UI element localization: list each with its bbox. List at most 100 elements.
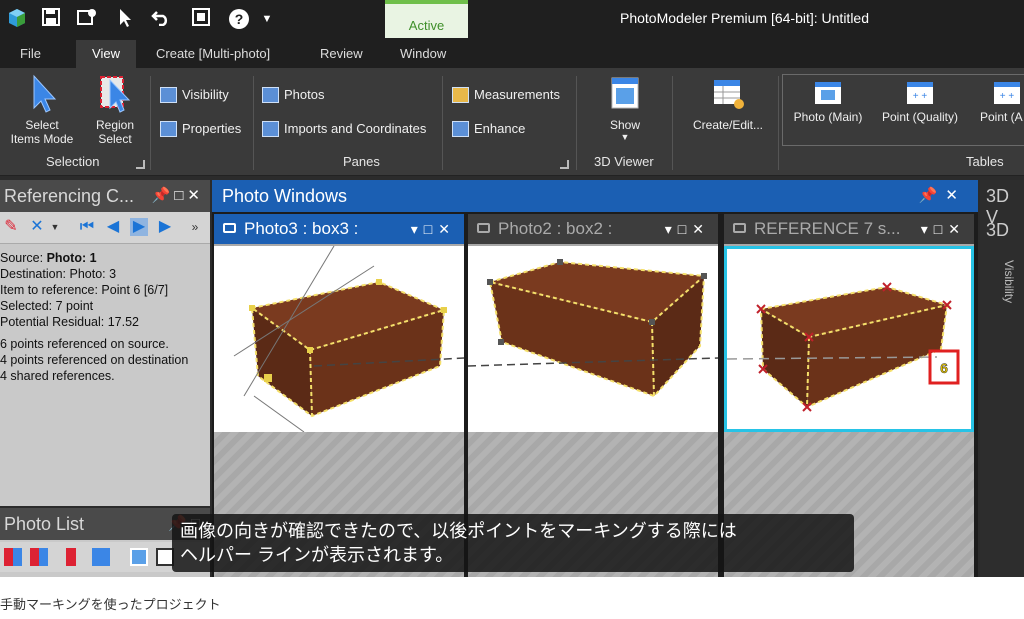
region-select-icon: [98, 74, 132, 114]
close-icon[interactable]: ✕: [438, 221, 456, 237]
tab-review[interactable]: Review: [310, 40, 373, 68]
maximize-icon[interactable]: □: [424, 221, 438, 237]
thumbnail-icon[interactable]: [130, 548, 148, 566]
app-logo-icon[interactable]: [6, 8, 28, 30]
table-photo-main-button[interactable]: Photo (Main): [786, 74, 870, 124]
title-bar: ? ▼ Active PhotoModeler Premium [64-bit]…: [0, 0, 1024, 40]
select-items-mode-button[interactable]: Select Items Mode: [4, 74, 80, 146]
pointer-icon[interactable]: [114, 8, 136, 30]
selection-launcher-icon[interactable]: [136, 160, 145, 169]
viewer-group-label: 3D Viewer: [594, 154, 654, 169]
imports-coordinates-button[interactable]: Imports and Coordinates: [262, 118, 426, 140]
previous-item-icon[interactable]: ◀: [104, 218, 122, 236]
referencing-info: Source: Photo: 1 Destination: Photo: 3 I…: [0, 250, 210, 384]
visibility-icon: [160, 87, 177, 103]
dropdown-icon[interactable]: ▼: [256, 8, 278, 30]
ribbon-separator: [672, 76, 673, 170]
measurements-icon: [452, 87, 469, 103]
pin-icon[interactable]: 📌: [919, 187, 946, 204]
camera-icon[interactable]: [92, 548, 110, 566]
photos-button[interactable]: Photos: [262, 84, 324, 106]
tables-group-label: Tables: [966, 154, 1004, 169]
svg-text:+ +: + +: [1000, 91, 1015, 102]
ribbon-separator: [576, 76, 577, 170]
maximize-icon[interactable]: □: [934, 221, 948, 237]
table-point-a-button[interactable]: + + Point (A: [976, 74, 1024, 124]
photo-pane-title: Photo2 : box2 : ▾□✕: [468, 214, 718, 244]
selected-line: Selected: 7 point: [0, 299, 94, 313]
photo-filter-icon[interactable]: [4, 548, 22, 566]
item-to-reference-line: Item to reference: Point 6 [6/7]: [0, 283, 169, 297]
create-edit-button[interactable]: Create/Edit...: [682, 74, 774, 132]
visibility-side-tab[interactable]: Visibility: [986, 250, 1016, 360]
show-3d-viewer-button[interactable]: Show ▼: [596, 74, 654, 142]
visibility-label: Visibility: [182, 87, 229, 102]
undo-icon[interactable]: [150, 8, 172, 30]
image-caption: 手動マーキングを使ったプロジェクト: [0, 597, 221, 612]
photo3-image[interactable]: [214, 246, 464, 432]
clear-reference-icon[interactable]: ✕: [28, 218, 46, 236]
svg-text:+ +: + +: [913, 91, 928, 102]
box-photo: 6: [727, 282, 960, 412]
close-icon[interactable]: ✕: [948, 221, 966, 237]
marker-icon[interactable]: [66, 548, 76, 566]
next-item-icon[interactable]: ▶: [156, 218, 174, 236]
region-select-label-2: Select: [98, 132, 132, 146]
photo-table-icon: [813, 80, 843, 106]
camera-icon: [733, 223, 746, 233]
close-icon[interactable]: ✕: [187, 187, 204, 204]
overflow-icon[interactable]: »: [186, 218, 204, 236]
viewer-window-icon: [608, 74, 642, 114]
help-icon[interactable]: ?: [228, 8, 250, 30]
measurements-button[interactable]: Measurements: [452, 84, 560, 106]
maximize-icon[interactable]: □: [174, 187, 187, 204]
photo3-title: Photo3 : box3 :: [244, 219, 359, 238]
clear-dropdown-icon[interactable]: ▼: [46, 218, 64, 236]
visibility-button[interactable]: Visibility: [160, 84, 229, 106]
selection-group-label: Selection: [46, 154, 100, 169]
ribbon-separator: [253, 76, 254, 170]
photo-windows-title: Photo Windows: [222, 186, 348, 206]
reference-tool-icon[interactable]: ✎: [2, 218, 20, 236]
camera-icon: [223, 223, 236, 233]
window-icon[interactable]: [190, 8, 212, 30]
dropdown-icon[interactable]: ▾: [921, 221, 934, 237]
save-icon[interactable]: [40, 8, 62, 30]
photo2-image[interactable]: [468, 246, 718, 432]
3d-tab[interactable]: 3D: [986, 220, 1009, 241]
enhance-button[interactable]: Enhance: [452, 118, 525, 140]
region-select-button[interactable]: Region Select: [86, 74, 144, 146]
maximize-icon[interactable]: □: [678, 221, 692, 237]
show-dropdown-icon: ▼: [620, 132, 630, 142]
properties-button[interactable]: Properties: [160, 118, 241, 140]
imports-icon: [262, 121, 279, 137]
select-arrow-icon: [25, 74, 59, 114]
table-point-quality-button[interactable]: + + Point (Quality): [872, 74, 968, 124]
pin-icon[interactable]: 📌: [152, 187, 175, 204]
pane-controls: ▾□✕: [665, 214, 710, 244]
photo-windows-controls: 📌✕: [919, 180, 966, 212]
dropdown-icon[interactable]: ▾: [411, 221, 424, 237]
photo-pane-title: REFERENCE 7 s... ▾□✕: [724, 214, 974, 244]
select-items-label-1: Select: [25, 118, 59, 132]
panes-launcher-icon[interactable]: [560, 160, 569, 169]
photo-sort-icon[interactable]: [30, 548, 48, 566]
properties-icon: [160, 121, 177, 137]
save-photo-icon[interactable]: [76, 8, 98, 30]
residual-line: Potential Residual: 17.52: [0, 315, 139, 329]
tab-window[interactable]: Window: [390, 40, 456, 68]
photos-label: Photos: [284, 87, 325, 102]
ribbon-separator: [442, 76, 443, 170]
close-icon[interactable]: ✕: [692, 221, 710, 237]
tab-create[interactable]: Create [Multi-photo]: [146, 40, 280, 68]
dropdown-icon[interactable]: ▾: [665, 221, 678, 237]
first-item-icon[interactable]: ⏮: [78, 218, 96, 236]
tab-file[interactable]: File: [10, 40, 51, 68]
window-title: PhotoModeler Premium [64-bit]: Untitled: [620, 10, 869, 26]
active-context-tab[interactable]: Active: [385, 0, 468, 38]
close-icon[interactable]: ✕: [945, 187, 966, 204]
auto-advance-icon[interactable]: ▶: [130, 218, 148, 236]
reference-image[interactable]: 6: [724, 246, 974, 432]
ribbon-separator: [778, 76, 779, 170]
tab-view[interactable]: View: [76, 40, 136, 68]
